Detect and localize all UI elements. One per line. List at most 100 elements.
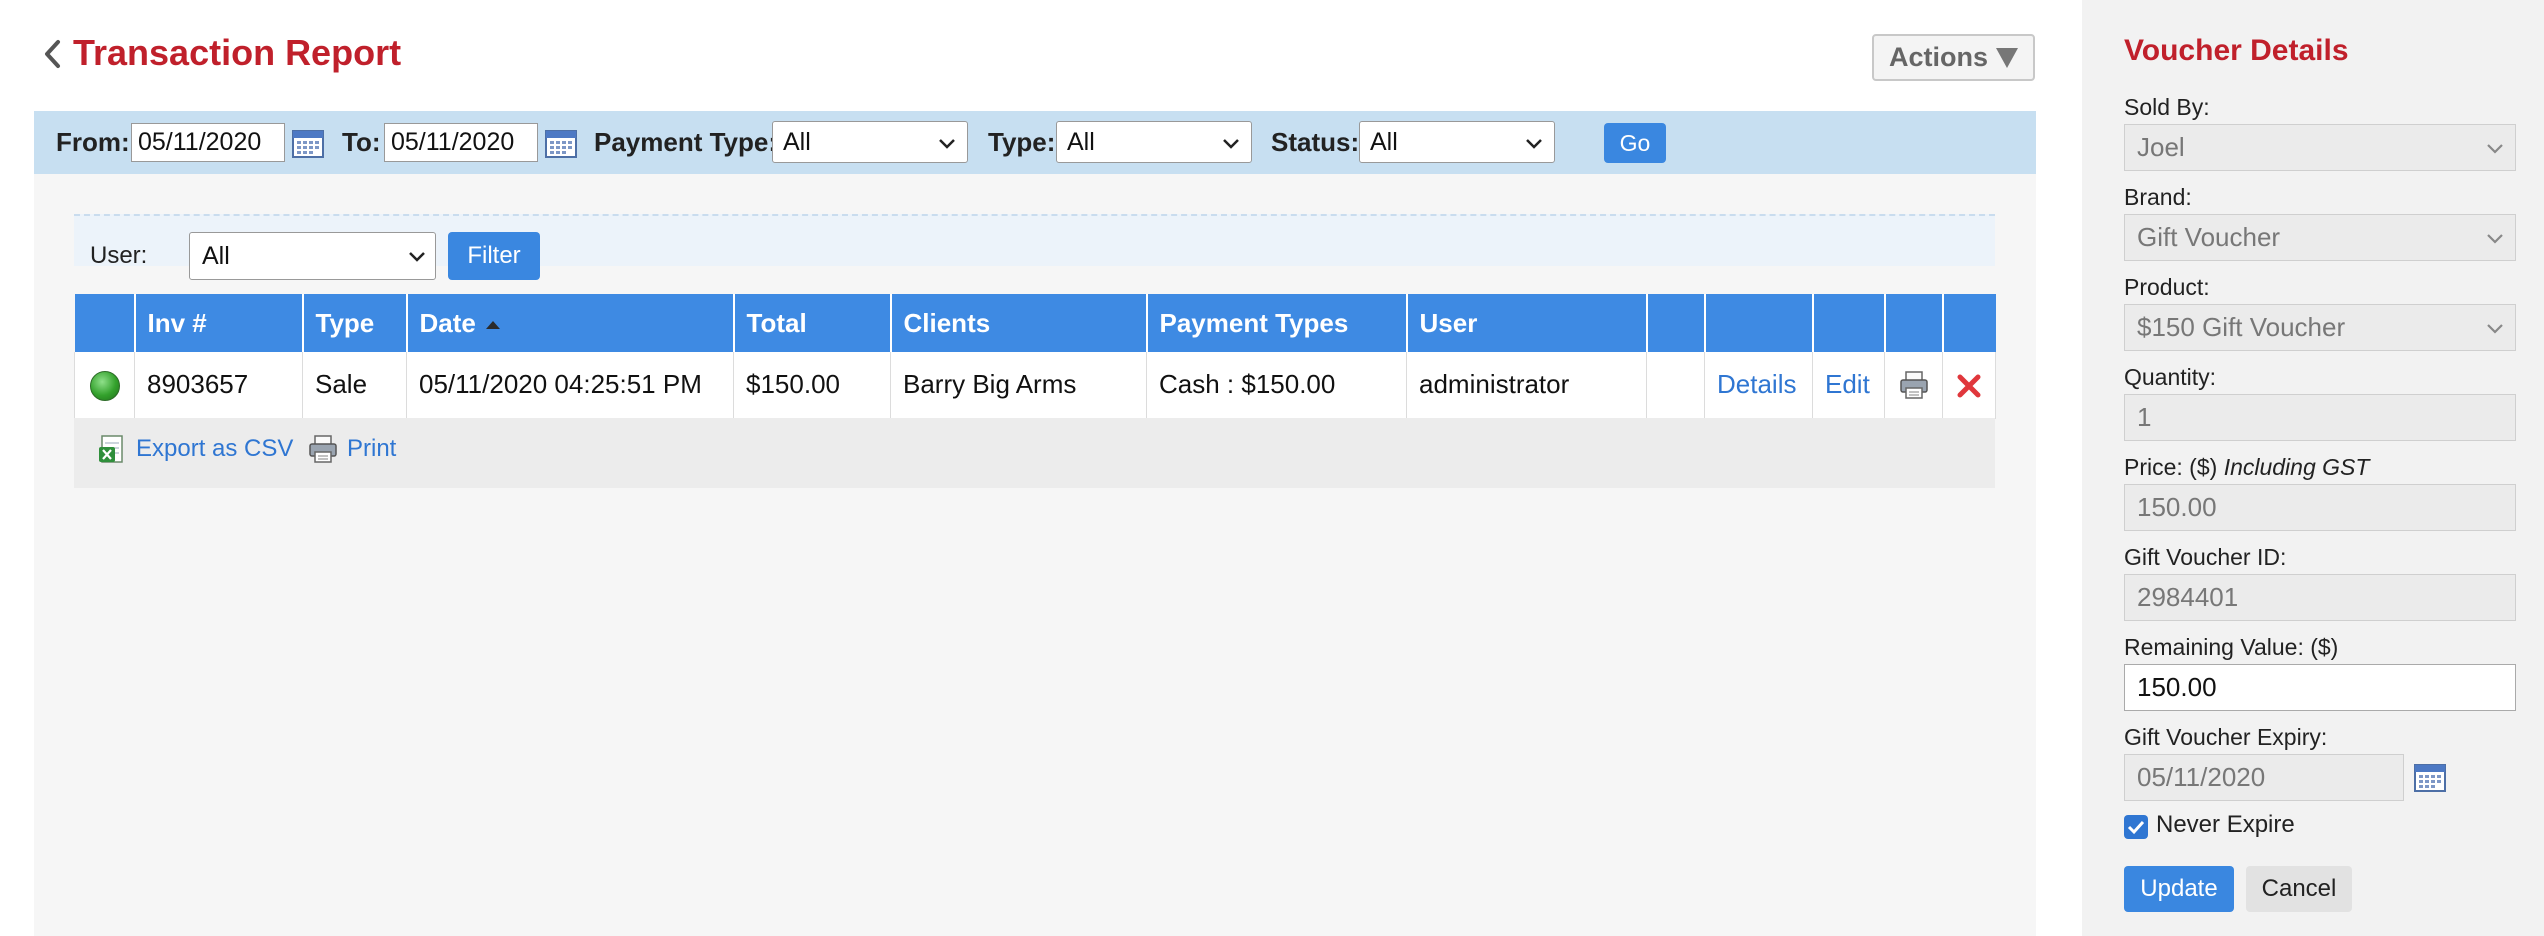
table-footer: Export as CSV Print [74, 418, 1995, 488]
column-header-blank-1 [1646, 294, 1706, 352]
user-select[interactable]: All [189, 232, 436, 280]
total-cell: $150.00 [733, 352, 891, 419]
sold-by-value: Joel [2137, 132, 2185, 162]
sold-by-select: Joel [2124, 124, 2516, 171]
edit-cell: Edit [1812, 352, 1885, 419]
column-header-type[interactable]: Type [302, 294, 408, 352]
column-header-user[interactable]: User [1406, 294, 1648, 352]
user-filter-row: User: All Filter [74, 214, 1995, 280]
calendar-icon[interactable] [545, 128, 577, 158]
to-label: To: [342, 127, 381, 157]
actions-dropdown-button[interactable]: Actions [1872, 34, 2035, 81]
status-cell [74, 352, 135, 419]
chevron-down-icon [1526, 139, 1542, 149]
export-csv-label: Export as CSV [136, 435, 294, 462]
sort-ascending-icon [485, 320, 500, 329]
sold-by-label: Sold By: [2124, 94, 2210, 120]
transaction-table: Inv # Type Date Total Clients Payment Ty… [74, 294, 1996, 419]
column-header-status [74, 294, 136, 352]
price-field: 150.00 [2124, 484, 2516, 531]
to-date-input[interactable]: 05/11/2020 [384, 123, 538, 162]
main-area: Transaction Report Actions From: 05/11/2… [0, 0, 2082, 936]
type-cell: Sale [302, 352, 407, 419]
voucher-id-field: 2984401 [2124, 574, 2516, 621]
column-header-payment-types[interactable]: Payment Types [1146, 294, 1408, 352]
column-header-blank-3 [1812, 294, 1886, 352]
user-select-value: All [202, 242, 230, 270]
expiry-label: Gift Voucher Expiry: [2124, 724, 2328, 750]
column-header-clients[interactable]: Clients [890, 294, 1148, 352]
column-header-date-label: Date [419, 307, 476, 338]
cancel-button[interactable]: Cancel [2246, 866, 2352, 912]
product-value: $150 Gift Voucher [2137, 312, 2346, 342]
chevron-down-icon [939, 139, 955, 149]
product-label: Product: [2124, 274, 2210, 300]
calendar-icon[interactable] [2414, 762, 2446, 792]
date-cell: 05/11/2020 04:25:51 PM [406, 352, 734, 419]
printer-icon [309, 435, 337, 463]
chevron-down-icon [1223, 139, 1239, 149]
payment-type-select[interactable]: All [772, 121, 968, 163]
brand-label: Brand: [2124, 184, 2192, 210]
edit-link[interactable]: Edit [1825, 369, 1870, 399]
price-label-text: Price: ($) [2124, 454, 2218, 480]
filter-bar: From: 05/11/2020 To: 05/11/2020 Payment … [34, 111, 2036, 174]
calendar-icon[interactable] [292, 128, 324, 158]
client-cell: Barry Big Arms [890, 352, 1147, 419]
status-value: All [1370, 128, 1398, 156]
print-link[interactable]: Print [307, 418, 396, 480]
status-select[interactable]: All [1359, 121, 1555, 163]
print-label: Print [347, 435, 397, 462]
chevron-down-icon [2487, 234, 2503, 244]
chevron-down-icon [409, 252, 425, 262]
empty-cell [1646, 352, 1705, 419]
type-select[interactable]: All [1056, 121, 1252, 163]
column-header-date[interactable]: Date [406, 294, 735, 352]
spreadsheet-icon [99, 435, 123, 463]
product-select: $150 Gift Voucher [2124, 304, 2516, 351]
user-label: User: [90, 242, 148, 269]
page-title: Transaction Report [73, 32, 402, 73]
print-cell [1884, 352, 1943, 419]
quantity-label: Quantity: [2124, 364, 2217, 390]
column-header-total[interactable]: Total [733, 294, 892, 352]
user-cell: administrator [1406, 352, 1647, 419]
column-header-blank-4 [1884, 294, 1944, 352]
update-button[interactable]: Update [2124, 866, 2234, 912]
brand-value: Gift Voucher [2137, 222, 2281, 252]
column-header-inv[interactable]: Inv # [134, 294, 304, 352]
price-gst-note: Including GST [2223, 454, 2370, 480]
chevron-down-icon [2487, 324, 2503, 334]
delete-x-icon[interactable] [1955, 372, 1983, 400]
chevron-down-icon [2487, 144, 2503, 154]
printer-icon[interactable] [1898, 369, 1930, 401]
table-header-row: Inv # Type Date Total Clients Payment Ty… [74, 294, 1996, 352]
voucher-details-panel: Voucher Details Sold By: Joel Brand: Gif… [2082, 0, 2544, 936]
back-chevron-icon[interactable] [40, 36, 66, 72]
column-header-blank-2 [1704, 294, 1814, 352]
payment-cell: Cash : $150.00 [1146, 352, 1407, 419]
quantity-field: 1 [2124, 394, 2516, 441]
column-header-blank-5 [1942, 294, 1996, 352]
table-row: 8903657 Sale 05/11/2020 04:25:51 PM $150… [74, 352, 1996, 419]
actions-label: Actions [1888, 42, 1988, 72]
filter-button[interactable]: Filter [448, 232, 540, 280]
status-green-icon [89, 370, 120, 401]
status-label: Status: [1271, 127, 1360, 157]
delete-cell [1942, 352, 1996, 419]
never-expire-checkbox[interactable] [2124, 815, 2148, 839]
go-button[interactable]: Go [1604, 123, 1666, 163]
type-value: All [1067, 128, 1095, 156]
details-link[interactable]: Details [1717, 369, 1796, 399]
voucher-details-title: Voucher Details [2124, 34, 2349, 67]
price-label: Price: ($) Including GST [2124, 454, 2369, 481]
from-date-input[interactable]: 05/11/2020 [131, 123, 285, 162]
remaining-value-input[interactable]: 150.00 [2124, 664, 2516, 711]
voucher-id-label: Gift Voucher ID: [2124, 544, 2287, 570]
content-panel: User: All Filter Inv # Type Date Total C… [34, 174, 2036, 936]
payment-type-value: All [783, 128, 811, 156]
from-label: From: [56, 127, 130, 157]
export-csv-link[interactable]: Export as CSV [98, 418, 293, 480]
never-expire-label[interactable]: Never Expire [2156, 811, 2295, 839]
details-cell: Details [1704, 352, 1813, 419]
